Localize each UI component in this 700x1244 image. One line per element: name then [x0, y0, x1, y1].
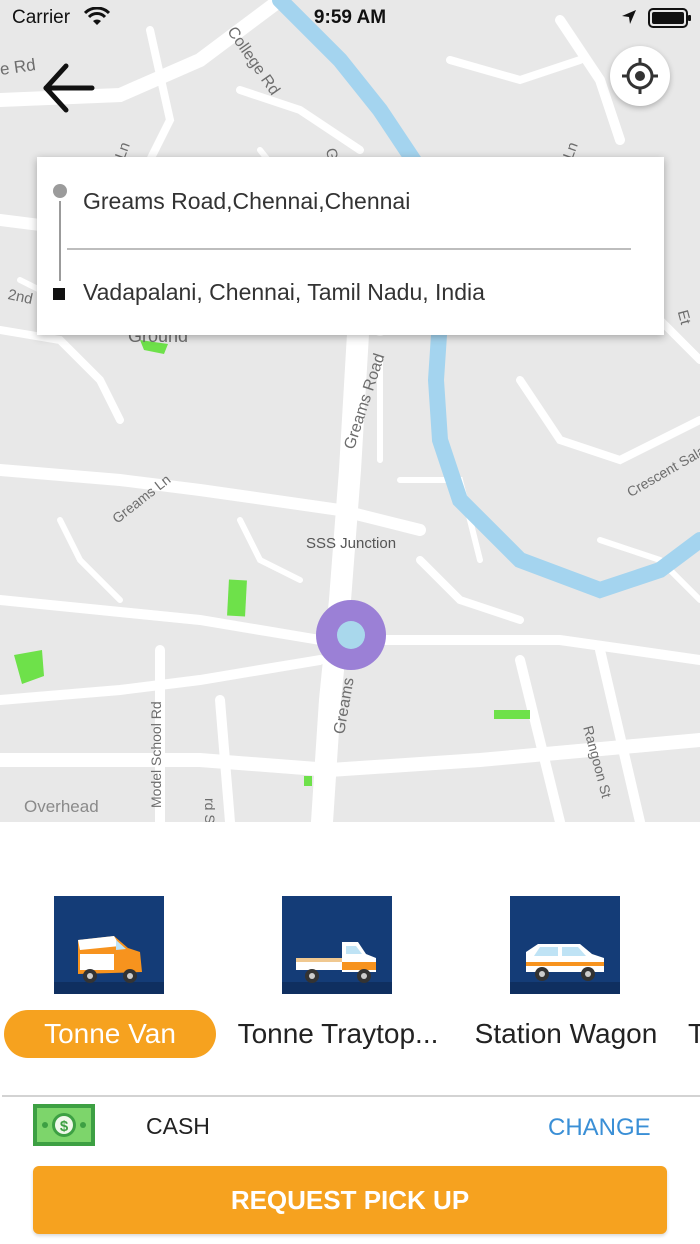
- route-card: Greams Road,Chennai,Chennai Vadapalani, …: [37, 157, 664, 335]
- vehicle-label: T: [688, 1018, 700, 1049]
- battery-icon: [648, 8, 691, 28]
- payment-method-label: CASH: [146, 1113, 210, 1139]
- station-wagon-icon: [510, 896, 620, 994]
- svg-text:$: $: [60, 1118, 69, 1135]
- map-view[interactable]: College Rd e Rd Ln G Ln 2nd Et Ground Gr…: [0, 0, 700, 822]
- back-button[interactable]: [38, 58, 98, 118]
- dropoff-address[interactable]: Vadapalani, Chennai, Tamil Nadu, India: [83, 279, 485, 306]
- map-label-sss-junction: SSS Junction: [306, 535, 397, 552]
- location-arrow-icon: [622, 10, 636, 24]
- vehicle-option-tonne-van[interactable]: Tonne Van: [4, 896, 216, 1066]
- map-label-model-school: Model School Rd: [148, 701, 164, 808]
- van-icon: [54, 896, 164, 994]
- vehicle-label: Tonne Van: [4, 1010, 216, 1058]
- vehicle-label: Tonne Traytop...: [237, 1018, 439, 1049]
- vehicle-selector[interactable]: Tonne Van Tonne Traytop... Station Wagon…: [0, 822, 700, 1094]
- pickup-address[interactable]: Greams Road,Chennai,Chennai: [83, 188, 410, 215]
- vehicle-option-partial[interactable]: T: [688, 896, 700, 1066]
- change-payment-button[interactable]: CHANGE: [548, 1114, 651, 1142]
- pickup-dot-icon: [53, 184, 67, 198]
- crosshair-icon: [622, 58, 658, 94]
- vehicle-option-station-wagon[interactable]: Station Wagon: [460, 896, 672, 1066]
- location-pin: [316, 600, 386, 670]
- clock: 9:59 AM: [313, 7, 387, 28]
- payment-divider: [2, 1095, 700, 1097]
- status-bar: Carrier 9:59 AM: [0, 0, 700, 36]
- traytop-truck-icon: [282, 896, 392, 994]
- dropoff-square-icon: [53, 288, 65, 300]
- back-arrow-icon: [43, 63, 95, 113]
- request-pickup-button[interactable]: REQUEST PICK UP: [33, 1166, 667, 1234]
- route-divider: [67, 248, 631, 250]
- cash-icon: $: [33, 1104, 95, 1146]
- my-location-button[interactable]: [610, 46, 670, 106]
- vehicle-option-tonne-traytop[interactable]: Tonne Traytop...: [232, 896, 444, 1066]
- vehicle-label: Station Wagon: [474, 1018, 658, 1049]
- map-label-rd-st: rd St: [202, 798, 218, 822]
- map-label-overhead: Overhead: [24, 797, 99, 816]
- route-connector: [59, 201, 61, 281]
